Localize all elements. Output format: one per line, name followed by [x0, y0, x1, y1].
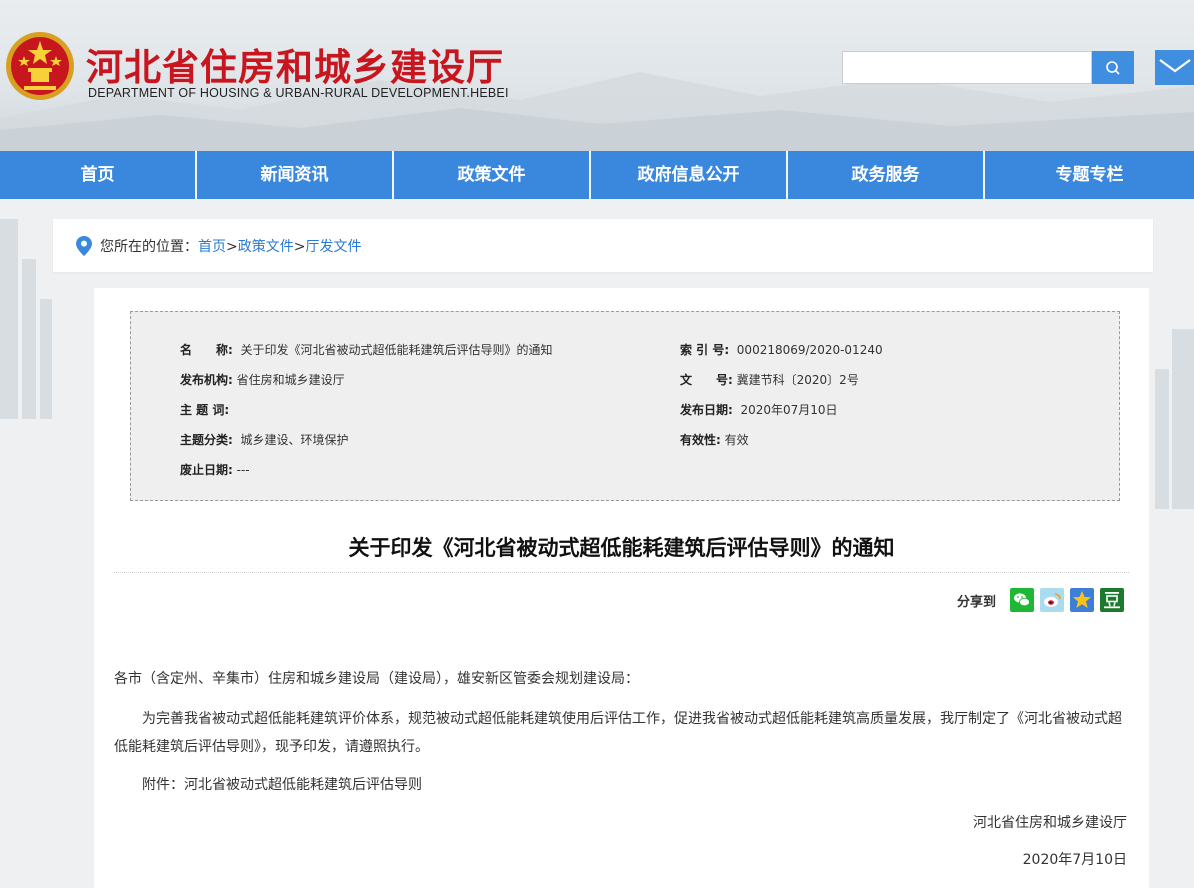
meta-name-value: 关于印发《河北省被动式超低能耗建筑后评估导则》的通知 [240, 343, 553, 357]
meta-date: 发布日期: 2020年07月10日 [680, 401, 838, 418]
meta-index-label: 索 引 号: [680, 343, 730, 357]
meta-date-value: 2020年07月10日 [740, 403, 838, 417]
breadcrumb-prefix: 您所在的位置： [100, 239, 198, 255]
meta-expire-value: --- [236, 463, 250, 477]
signature-date: 2020年7月10日 [1022, 852, 1127, 868]
national-emblem-icon [6, 32, 74, 100]
attachment-line: 附件：河北省被动式超低能耗建筑后评估导则 [142, 777, 422, 793]
document-metadata-box: 名 称: 关于印发《河北省被动式超低能耗建筑后评估导则》的通知 索 引 号: 0… [130, 311, 1120, 501]
meta-org: 发布机构: 省住房和城乡建设厅 [180, 371, 345, 388]
meta-docno: 文 号: 冀建节科〔2020〕2号 [680, 371, 859, 388]
body-paragraph-line-2: 低能耗建筑后评估导则》，现予印发，请遵照执行。 [114, 739, 429, 755]
meta-docno-value: 冀建节科〔2020〕2号 [736, 373, 859, 387]
nav-item-news[interactable]: 新闻资讯 [197, 151, 394, 199]
nav-item-home[interactable]: 首页 [0, 151, 197, 199]
meta-keyword-label: 主 题 词: [180, 403, 230, 417]
meta-category: 主题分类: 城乡建设、环境保护 [180, 431, 348, 448]
meta-org-value: 省住房和城乡建设厅 [236, 373, 345, 387]
qzone-icon[interactable] [1070, 588, 1095, 612]
share-label: 分享到 [957, 594, 997, 610]
meta-date-label: 发布日期: [680, 403, 733, 417]
site-header: 河北省住房和城乡建设厅 DEPARTMENT OF HOUSING & URBA… [0, 0, 1194, 151]
body-paragraph-line-1: 为完善我省被动式超低能耗建筑评价体系，规范被动式超低能耗建筑使用后评估工作，促进… [142, 711, 1122, 727]
site-subtitle: DEPARTMENT OF HOUSING & URBAN-RURAL DEVE… [88, 86, 509, 100]
search-input[interactable] [842, 51, 1092, 84]
meta-validity-label: 有效性: [680, 433, 721, 447]
nav-item-gov-info[interactable]: 政府信息公开 [591, 151, 788, 199]
search-icon [1106, 60, 1120, 75]
meta-org-label: 发布机构: [180, 373, 233, 387]
meta-category-value: 城乡建设、环境保护 [240, 433, 349, 447]
share-bar: 分享到 [957, 588, 1125, 612]
breadcrumb-link-home[interactable]: 首页 [198, 239, 226, 255]
wechat-icon[interactable] [1010, 588, 1035, 612]
site-title: 河北省住房和城乡建设厅 [86, 46, 504, 89]
breadcrumb-link-dept-docs[interactable]: 厅发文件 [305, 239, 361, 255]
nav-item-services[interactable]: 政务服务 [788, 151, 985, 199]
meta-index-value: 000218069/2020-01240 [736, 343, 883, 357]
meta-expire: 废止日期: --- [180, 461, 250, 478]
meta-index: 索 引 号: 000218069/2020-01240 [680, 341, 883, 358]
article-container: 名 称: 关于印发《河北省被动式超低能耗建筑后评估导则》的通知 索 引 号: 0… [94, 288, 1149, 888]
search-button[interactable] [1092, 51, 1134, 84]
title-divider [114, 572, 1129, 573]
weibo-icon[interactable] [1040, 588, 1065, 612]
mail-button[interactable] [1155, 50, 1194, 85]
salutation: 各市（含定州、辛集市）住房和城乡建设局（建设局），雄安新区管委会规划建设局： [114, 671, 639, 687]
meta-expire-label: 废止日期: [180, 463, 233, 477]
breadcrumb-separator: > [293, 239, 306, 255]
nav-item-topics[interactable]: 专题专栏 [985, 151, 1194, 199]
signature: 河北省住房和城乡建设厅 [973, 815, 1127, 831]
location-pin-icon [76, 236, 92, 256]
meta-validity-value: 有效 [724, 433, 749, 447]
meta-docno-label: 文 号: [680, 373, 733, 387]
meta-category-label: 主题分类: [180, 433, 233, 447]
main-nav: 首页 新闻资讯 政策文件 政府信息公开 政务服务 专题专栏 [0, 151, 1194, 199]
article-title: 关于印发《河北省被动式超低能耗建筑后评估导则》的通知 [348, 536, 895, 560]
breadcrumb-separator: > [226, 239, 238, 255]
meta-name-label: 名 称: [180, 343, 233, 357]
douban-icon[interactable] [1100, 588, 1125, 612]
breadcrumb: 您所在的位置：首页>政策文件>厅发文件 [53, 219, 1153, 272]
meta-name: 名 称: 关于印发《河北省被动式超低能耗建筑后评估导则》的通知 [180, 341, 552, 358]
nav-item-policy[interactable]: 政策文件 [394, 151, 591, 199]
breadcrumb-link-policy[interactable]: 政策文件 [238, 239, 294, 255]
mail-icon [1159, 59, 1191, 73]
meta-keyword: 主 题 词: [180, 401, 233, 418]
meta-validity: 有效性: 有效 [680, 431, 749, 448]
